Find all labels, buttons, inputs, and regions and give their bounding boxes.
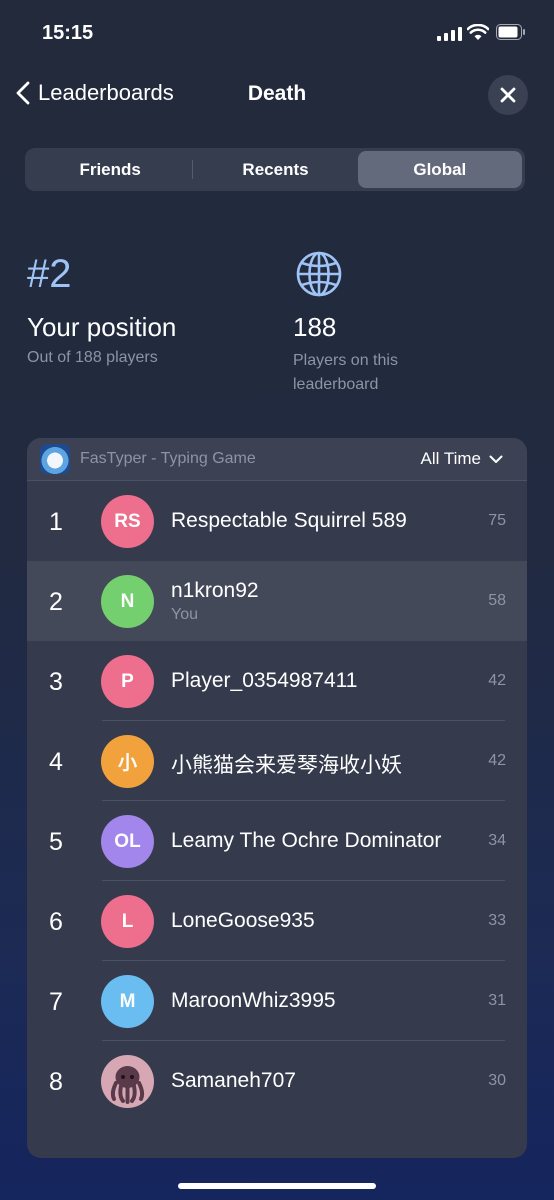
leaderboard-row[interactable]: 6 L LoneGoose935 33: [27, 881, 527, 961]
close-icon: [500, 87, 516, 103]
player-name: LoneGoose935: [171, 909, 315, 932]
row-rank: 5: [49, 828, 63, 856]
segment-recents[interactable]: Recents: [193, 151, 357, 188]
leaderboard-card: FasTyper - Typing Game All Time 1 RS Respe…: [27, 438, 527, 1158]
navigation-bar: Leaderboards Death: [0, 70, 554, 120]
player-score: 75: [488, 512, 506, 529]
back-label: Leaderboards: [38, 80, 174, 105]
row-rank: 8: [49, 1068, 63, 1096]
segment-friends[interactable]: Friends: [28, 151, 192, 188]
time-filter-label: All Time: [420, 449, 481, 468]
your-position-subtitle: Out of 188 players: [27, 349, 158, 366]
avatar: OL: [101, 815, 154, 868]
home-indicator[interactable]: [178, 1183, 376, 1189]
segment-global[interactable]: Global: [357, 151, 522, 188]
chevron-left-icon: [16, 81, 30, 105]
row-rank: 6: [49, 908, 63, 936]
player-score: 33: [488, 912, 506, 929]
player-name: n1kron92: [171, 579, 259, 602]
leaderboard-row[interactable]: 3 P Player_0354987411 42: [27, 641, 527, 721]
leaderboard-row[interactable]: 4 小小熊猫会来爱琴海收小妖 42: [27, 721, 527, 801]
leaderboard-row[interactable]: 1 RS Respectable Squirrel 589 75: [27, 481, 527, 561]
leaderboard-list: 1 RS Respectable Squirrel 589 75 2 Nn1kron92 Y…: [27, 481, 527, 1121]
globe-icon: [296, 251, 342, 297]
your-position-label: Your position: [27, 312, 177, 342]
leaderboard-row[interactable]: 8 Samaneh707 30: [27, 1041, 527, 1121]
avatar: [101, 1055, 154, 1108]
stats-summary: #2 Your position Out of 188 players 188 …: [27, 250, 527, 400]
you-label: You: [171, 606, 198, 623]
octopus-icon: [110, 1066, 145, 1104]
avatar: 小: [101, 735, 154, 788]
player-count: 188: [293, 312, 337, 342]
avatar: L: [101, 895, 154, 948]
leaderboard-row[interactable]: 7 M MaroonWhiz3995 31: [27, 961, 527, 1041]
app-icon: [40, 444, 70, 474]
back-button[interactable]: Leaderboards: [16, 80, 174, 106]
status-time: 15:15: [42, 22, 94, 44]
avatar: P: [101, 655, 154, 708]
row-rank: 4: [49, 748, 63, 776]
chevron-down-icon: [489, 455, 503, 463]
player-score: 31: [488, 992, 506, 1009]
player-count-subtitle: Players on this leaderboard: [293, 352, 398, 393]
app-name: FasTyper - Typing Game: [80, 450, 256, 467]
scope-segmented-control: Friends Recents Global: [25, 148, 525, 191]
player-name: Respectable Squirrel 589: [171, 509, 407, 532]
cellular-signal-icon: [437, 27, 462, 41]
player-score: 30: [488, 1072, 506, 1089]
leaderboard-row[interactable]: 5 OL Leamy The Ochre Dominator 34: [27, 801, 527, 881]
row-rank: 3: [49, 668, 63, 696]
avatar: RS: [101, 495, 154, 548]
avatar: N: [101, 575, 154, 628]
player-score: 42: [488, 752, 506, 769]
status-bar: 15:15: [0, 0, 554, 64]
leaderboard-row[interactable]: 2 Nn1kron92 You 58: [27, 561, 527, 641]
player-name: MaroonWhiz3995: [171, 989, 336, 1012]
your-rank: #2: [27, 252, 72, 296]
row-rank: 1: [49, 508, 63, 536]
player-score: 58: [488, 592, 506, 609]
player-name: Samaneh707: [171, 1069, 296, 1092]
player-score: 42: [488, 672, 506, 689]
close-button[interactable]: [488, 75, 528, 115]
wifi-icon: [467, 24, 489, 40]
player-name: Leamy The Ochre Dominator: [171, 829, 442, 852]
time-filter-dropdown[interactable]: All Time: [421, 449, 503, 469]
avatar: M: [101, 975, 154, 1028]
battery-icon: [496, 24, 525, 40]
player-name: 小熊猫会来爱琴海收小妖: [171, 754, 402, 777]
row-rank: 2: [49, 588, 63, 616]
player-name: Player_0354987411: [171, 669, 358, 692]
row-rank: 7: [49, 988, 63, 1016]
leaderboard-header: FasTyper - Typing Game All Time: [27, 438, 527, 481]
player-score: 34: [488, 832, 506, 849]
